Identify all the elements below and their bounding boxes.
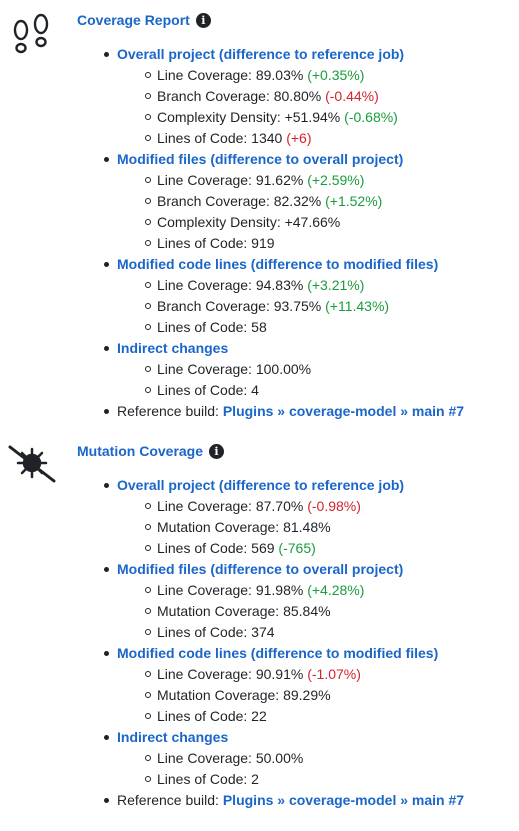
metric-list: Line Coverage: 89.03% (+0.35%) Branch Cov… [117,65,464,149]
metric-item: Lines of Code: 58 [144,317,464,338]
metric-delta: (-1.07%) [307,666,361,682]
metric-item: Lines of Code: 4 [144,380,464,401]
group-title-link[interactable]: Indirect changes [117,340,228,356]
metric-delta: (+1.52%) [325,193,383,209]
reference-build-link[interactable]: Plugins » coverage-model » main #7 [223,403,464,419]
metric-item: Lines of Code: 569 (-765) [144,538,464,559]
group-title-link[interactable]: Indirect changes [117,729,228,745]
metric-label: Branch Coverage: 82.32% [157,193,322,209]
metric-label: Line Coverage: 90.91% [157,666,304,682]
metric-item: Lines of Code: 1340 (+6) [144,128,464,149]
group-item: Indirect changes Line Coverage: 100.00% Li… [103,338,464,401]
metric-label: Lines of Code: 1340 [157,130,283,146]
metric-item: Line Coverage: 91.98% (+4.28%) [144,580,464,601]
metric-delta: (+4.28%) [307,582,365,598]
metric-delta: (-0.98%) [307,498,361,514]
metric-label: Line Coverage: 87.70% [157,498,304,514]
coverage-report-title: Coverage Report i [77,10,211,30]
metric-item: Line Coverage: 100.00% [144,359,464,380]
metric-label: Line Coverage: 50.00% [157,750,304,766]
metric-list: Line Coverage: 94.83% (+3.21%) Branch Cov… [117,275,464,338]
metric-label: Lines of Code: 569 [157,540,275,556]
metric-label: Mutation Coverage: 89.29% [157,687,331,703]
metric-item: Complexity Density: +47.66% [144,212,464,233]
metric-label: Lines of Code: 2 [157,771,259,787]
metric-item: Lines of Code: 22 [144,706,464,727]
group-title-link[interactable]: Modified files (difference to overall pr… [117,151,403,167]
group-item: Modified files (difference to overall pr… [103,149,464,254]
metric-list: Line Coverage: 91.62% (+2.59%) Branch Cov… [117,170,464,254]
group-title-link[interactable]: Overall project (difference to reference… [117,46,404,62]
metric-item: Complexity Density: +51.94% (-0.68%) [144,107,464,128]
metric-item: Mutation Coverage: 85.84% [144,601,464,622]
metric-label: Lines of Code: 22 [157,708,267,724]
metric-item: Mutation Coverage: 81.48% [144,517,464,538]
metric-item: Branch Coverage: 80.80% (-0.44%) [144,86,464,107]
group-item: Indirect changes Line Coverage: 50.00% Lin… [103,727,464,790]
coverage-list: Overall project (difference to reference… [0,44,464,422]
mutation-coverage-title: Mutation Coverage i [77,441,225,461]
metric-item: Lines of Code: 2 [144,769,464,790]
group-title-link[interactable]: Modified code lines (difference to modif… [117,256,438,272]
metric-item: Line Coverage: 94.83% (+3.21%) [144,275,464,296]
metric-delta: (+0.35%) [307,67,365,83]
metric-item: Branch Coverage: 82.32% (+1.52%) [144,191,464,212]
group-item: Modified code lines (difference to modif… [103,643,464,727]
metric-label: Lines of Code: 374 [157,624,275,640]
metric-label: Mutation Coverage: 85.84% [157,603,331,619]
metric-label: Lines of Code: 919 [157,235,275,251]
mutation-list: Overall project (difference to reference… [0,475,464,811]
mutation-coverage-link[interactable]: Mutation Coverage [77,441,203,461]
group-item: Modified files (difference to overall pr… [103,559,464,643]
metric-delta: (-0.44%) [325,88,379,104]
metric-label: Branch Coverage: 80.80% [157,88,322,104]
group-item: Overall project (difference to reference… [103,44,464,149]
metric-list: Line Coverage: 50.00% Lines of Code: 2 [117,748,464,790]
metric-item: Line Coverage: 50.00% [144,748,464,769]
reference-build-item: Reference build: Plugins » coverage-mode… [103,401,464,422]
metric-delta: (+11.43%) [325,298,390,314]
metric-label: Branch Coverage: 93.75% [157,298,322,314]
reference-build-item: Reference build: Plugins » coverage-mode… [103,790,464,811]
metric-list: Line Coverage: 87.70% (-0.98%) Mutation C… [117,496,464,559]
reference-build-label: Reference build: [117,403,223,419]
metric-label: Line Coverage: 91.98% [157,582,304,598]
info-icon[interactable]: i [195,12,211,28]
metric-label: Complexity Density: +47.66% [157,214,341,230]
metric-item: Line Coverage: 87.70% (-0.98%) [144,496,464,517]
metric-delta: (-0.68%) [344,109,398,125]
group-item: Overall project (difference to reference… [103,475,464,559]
reference-build-link[interactable]: Plugins » coverage-model » main #7 [223,792,464,808]
metric-item: Lines of Code: 919 [144,233,464,254]
metric-label: Complexity Density: +51.94% [157,109,341,125]
group-title-link[interactable]: Modified files (difference to overall pr… [117,561,403,577]
metric-label: Line Coverage: 100.00% [157,361,312,377]
metric-label: Line Coverage: 94.83% [157,277,304,293]
metric-item: Line Coverage: 90.91% (-1.07%) [144,664,464,685]
metric-list: Line Coverage: 91.98% (+4.28%) Mutation C… [117,580,464,643]
metric-delta: (+2.59%) [307,172,365,188]
metric-item: Branch Coverage: 93.75% (+11.43%) [144,296,464,317]
metric-label: Line Coverage: 89.03% [157,67,304,83]
metric-item: Lines of Code: 374 [144,622,464,643]
metric-label: Line Coverage: 91.62% [157,172,304,188]
metric-delta: (+3.21%) [307,277,365,293]
metric-delta: (-765) [278,540,316,556]
group-item: Modified code lines (difference to modif… [103,254,464,338]
info-icon[interactable]: i [209,443,225,459]
reference-build-label: Reference build: [117,792,223,808]
metric-delta: (+6) [286,130,312,146]
metric-item: Line Coverage: 91.62% (+2.59%) [144,170,464,191]
metric-label: Lines of Code: 58 [157,319,267,335]
metric-item: Mutation Coverage: 89.29% [144,685,464,706]
metric-list: Line Coverage: 90.91% (-1.07%) Mutation C… [117,664,464,727]
metric-item: Line Coverage: 89.03% (+0.35%) [144,65,464,86]
group-title-link[interactable]: Overall project (difference to reference… [117,477,404,493]
coverage-report-link[interactable]: Coverage Report [77,10,190,30]
group-title-link[interactable]: Modified code lines (difference to modif… [117,645,438,661]
metric-label: Mutation Coverage: 81.48% [157,519,331,535]
metric-label: Lines of Code: 4 [157,382,259,398]
metric-list: Line Coverage: 100.00% Lines of Code: 4 [117,359,464,401]
